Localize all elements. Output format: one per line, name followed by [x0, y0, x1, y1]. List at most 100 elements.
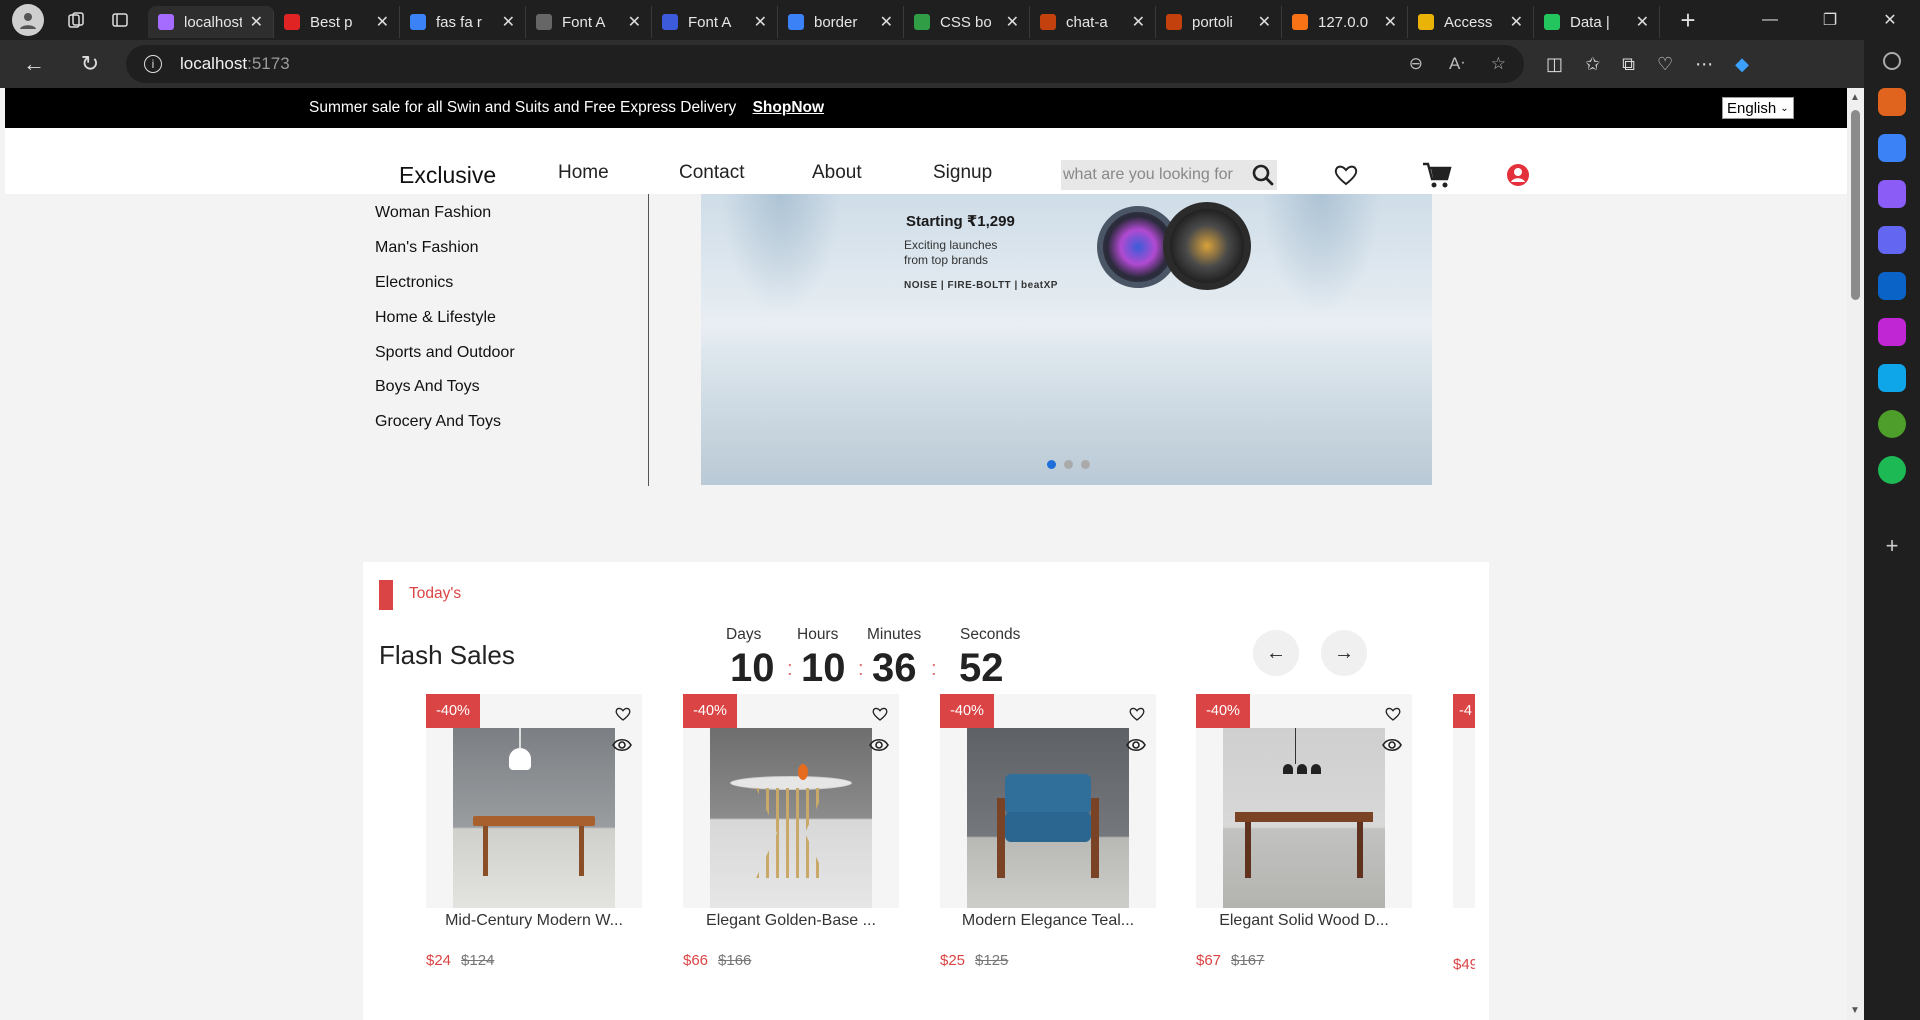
new-tab-button[interactable]: +	[1672, 5, 1704, 36]
scrollbar-thumb[interactable]	[1851, 110, 1860, 300]
refresh-button[interactable]: ↻	[70, 44, 110, 84]
zoom-icon[interactable]: ⊖	[1409, 54, 1423, 74]
product-card-clipped[interactable]: -4 $49	[1453, 694, 1475, 994]
wishlist-heart-icon[interactable]	[1128, 706, 1146, 722]
browser-tab[interactable]: Best p ✕	[274, 6, 400, 38]
shop-now-link[interactable]: ShopNow	[753, 99, 824, 116]
site-logo[interactable]: Exclusive	[399, 162, 496, 189]
quick-view-eye-icon[interactable]	[612, 738, 632, 752]
browser-tab[interactable]: Access ✕	[1408, 6, 1534, 38]
browser-tab[interactable]: localhost ✕	[148, 6, 274, 38]
url-input[interactable]: i localhost:5173 ⊖ Aᐧ ☆	[126, 45, 1524, 83]
browser-tab[interactable]: 127.0.0 ✕	[1282, 6, 1408, 38]
tab-close-icon[interactable]: ✕	[250, 12, 263, 32]
browser-tab[interactable]: chat-a ✕	[1030, 6, 1156, 38]
scroll-up-arrow[interactable]: ▲	[1850, 92, 1860, 103]
tools-icon[interactable]	[1878, 88, 1906, 116]
tab-close-icon[interactable]: ✕	[1132, 12, 1145, 32]
more-menu-icon[interactable]: ⋯	[1695, 54, 1713, 75]
browser-tab[interactable]: Data | ✕	[1534, 6, 1660, 38]
quick-view-eye-icon[interactable]	[1382, 738, 1402, 752]
product-name[interactable]: Elegant Solid Wood D...	[1196, 912, 1412, 930]
next-arrow-button[interactable]: →	[1321, 630, 1367, 676]
copilot-side-icon[interactable]	[1878, 226, 1906, 254]
carousel-dot[interactable]	[1081, 460, 1090, 469]
browser-tab[interactable]: Font A ✕	[526, 6, 652, 38]
site-info-icon[interactable]: i	[144, 55, 162, 73]
cart-icon[interactable]	[1422, 160, 1452, 190]
category-home-lifestyle[interactable]: Home & Lifestyle	[375, 309, 496, 327]
product-name[interactable]: Modern Elegance Teal...	[940, 912, 1156, 930]
favorite-star-icon[interactable]: ☆	[1491, 54, 1506, 74]
split-screen-icon[interactable]: ◫	[1546, 54, 1563, 75]
search-icon[interactable]	[1251, 163, 1275, 187]
outlook-icon[interactable]	[1878, 272, 1906, 300]
scroll-down-arrow[interactable]: ▼	[1850, 1005, 1860, 1016]
designer-icon[interactable]	[1878, 318, 1906, 346]
close-window-button[interactable]: ✕	[1860, 0, 1920, 40]
account-avatar-icon[interactable]	[1503, 160, 1533, 190]
wishlist-heart-icon[interactable]	[1384, 706, 1402, 722]
tab-close-icon[interactable]: ✕	[1006, 12, 1019, 32]
quick-view-eye-icon[interactable]	[869, 738, 889, 752]
browser-essentials-icon[interactable]: ♡	[1657, 54, 1673, 75]
tab-close-icon[interactable]: ✕	[1510, 12, 1523, 32]
tree-icon[interactable]	[1878, 410, 1906, 438]
collections-icon[interactable]: ⧉	[1622, 54, 1635, 75]
product-card[interactable]: -40% Mid-Century Modern W... $24 $124	[426, 694, 642, 969]
category-woman-fashion[interactable]: Woman Fashion	[375, 204, 491, 222]
tab-close-icon[interactable]: ✕	[1384, 12, 1397, 32]
spotify-icon[interactable]	[1878, 456, 1906, 484]
minimize-button[interactable]: —	[1740, 0, 1800, 40]
add-sidebar-icon[interactable]: +	[1878, 532, 1906, 560]
tab-close-icon[interactable]: ✕	[1258, 12, 1271, 32]
browser-tab[interactable]: border ✕	[778, 6, 904, 38]
copilot-icon[interactable]: ◆	[1735, 54, 1749, 75]
browser-tab[interactable]: fas fa r ✕	[400, 6, 526, 38]
product-card[interactable]: -40% Elegant Golden-Base ... $66 $166	[683, 694, 899, 969]
tab-close-icon[interactable]: ✕	[880, 12, 893, 32]
tab-close-icon[interactable]: ✕	[628, 12, 641, 32]
games-icon[interactable]	[1878, 180, 1906, 208]
hero-banner[interactable]: Starting ₹1,299 Exciting launches from t…	[701, 194, 1432, 485]
workspaces-icon[interactable]	[56, 4, 96, 36]
restore-button[interactable]: ❐	[1800, 0, 1860, 40]
wishlist-heart-icon[interactable]	[1331, 160, 1361, 190]
tab-close-icon[interactable]: ✕	[376, 12, 389, 32]
product-card[interactable]: -40% Modern Elegance Teal... $25 $125	[940, 694, 1156, 969]
language-select[interactable]: English ⌄	[1722, 97, 1794, 119]
category-electronics[interactable]: Electronics	[375, 274, 453, 292]
nav-signup[interactable]: Signup	[933, 162, 992, 184]
carousel-dot[interactable]	[1047, 460, 1056, 469]
product-name[interactable]: Mid-Century Modern W...	[426, 912, 642, 930]
carousel-dot[interactable]	[1064, 460, 1073, 469]
tab-close-icon[interactable]: ✕	[754, 12, 767, 32]
nav-home[interactable]: Home	[558, 162, 609, 184]
favorites-icon[interactable]: ✩	[1585, 54, 1600, 75]
category-sports-outdoor[interactable]: Sports and Outdoor	[375, 344, 515, 362]
shopping-icon[interactable]	[1878, 134, 1906, 162]
page-scrollbar[interactable]: ▲ ▼	[1847, 88, 1864, 1020]
prev-arrow-button[interactable]: ←	[1253, 630, 1299, 676]
tab-close-icon[interactable]: ✕	[502, 12, 515, 32]
quick-view-eye-icon[interactable]	[1126, 738, 1146, 752]
browser-tab[interactable]: Font A ✕	[652, 6, 778, 38]
send-icon[interactable]	[1878, 364, 1906, 392]
category-grocery-toys[interactable]: Grocery And Toys	[375, 413, 501, 431]
profile-avatar[interactable]	[12, 4, 44, 36]
product-name[interactable]: Elegant Golden-Base ...	[683, 912, 899, 930]
read-aloud-icon[interactable]: Aᐧ	[1449, 54, 1465, 74]
search-icon[interactable]	[1883, 52, 1901, 70]
browser-tab[interactable]: CSS bo ✕	[904, 6, 1030, 38]
search-input[interactable]: what are you looking for	[1061, 160, 1277, 190]
category-boys-toys[interactable]: Boys And Toys	[375, 378, 480, 396]
wishlist-heart-icon[interactable]	[871, 706, 889, 722]
nav-contact[interactable]: Contact	[679, 162, 744, 184]
tab-actions-icon[interactable]	[100, 4, 140, 36]
tab-close-icon[interactable]: ✕	[1636, 12, 1649, 32]
wishlist-heart-icon[interactable]	[614, 706, 632, 722]
back-button[interactable]: ←	[14, 44, 54, 84]
nav-about[interactable]: About	[812, 162, 862, 184]
browser-tab[interactable]: portoli ✕	[1156, 6, 1282, 38]
category-mans-fashion[interactable]: Man's Fashion	[375, 239, 479, 257]
